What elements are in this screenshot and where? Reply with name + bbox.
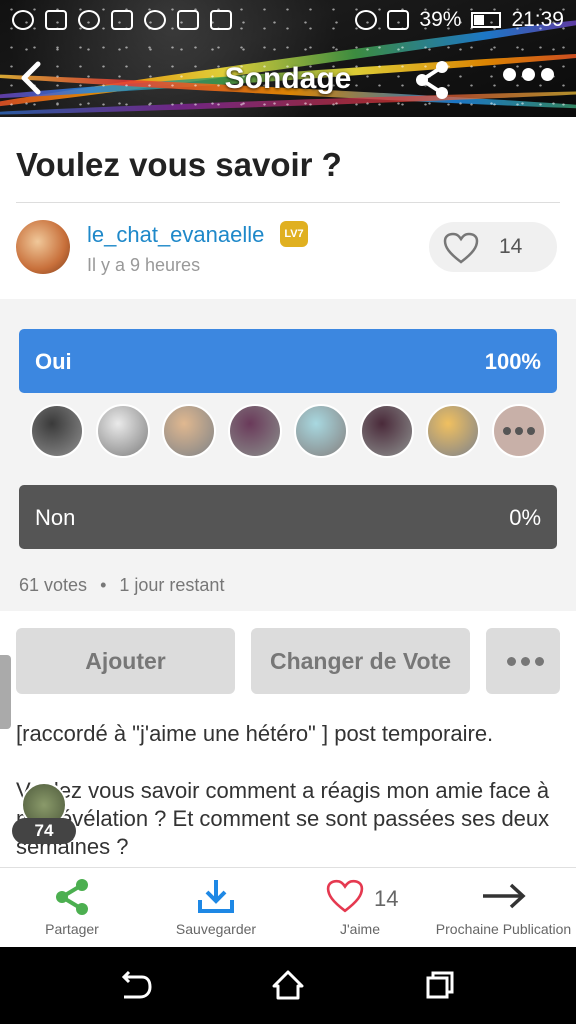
next-label: Prochaine Publication bbox=[435, 921, 572, 937]
post-body-paragraph: Voulez vous savoir comment a réagis mon … bbox=[16, 778, 550, 859]
post-title: Voulez vous savoir ? bbox=[16, 146, 342, 183]
voter-avatar[interactable] bbox=[426, 404, 480, 458]
heart-icon bbox=[326, 879, 364, 913]
poll-option-non[interactable]: Non 0% bbox=[19, 485, 557, 549]
option-label: Non bbox=[35, 505, 76, 530]
home-icon bbox=[272, 970, 304, 1000]
dot-icon bbox=[527, 427, 535, 435]
back-nav-icon bbox=[121, 970, 152, 999]
recents-icon bbox=[426, 971, 454, 999]
next-post-button[interactable]: Prochaine Publication bbox=[431, 868, 576, 948]
save-label: Sauvegarder bbox=[175, 921, 257, 937]
recents-nav-button[interactable] bbox=[424, 969, 456, 1006]
option-label: Oui bbox=[35, 349, 72, 374]
twitter-icon bbox=[78, 10, 100, 30]
dot-icon bbox=[521, 657, 530, 666]
like-label: J'aime bbox=[339, 921, 381, 937]
sim-icon bbox=[111, 10, 133, 30]
option-percent: 100% bbox=[484, 349, 541, 374]
voter-avatar[interactable] bbox=[96, 404, 150, 458]
back-nav-button[interactable] bbox=[116, 969, 152, 1006]
more-button[interactable] bbox=[486, 628, 560, 694]
voter-avatar[interactable] bbox=[30, 404, 84, 458]
voter-avatar[interactable] bbox=[360, 404, 414, 458]
post-body-line: [raccordé à "j'aime une hétéro" ] post t… bbox=[16, 721, 494, 746]
voter-avatar[interactable] bbox=[228, 404, 282, 458]
online-count-badge[interactable]: 74 bbox=[12, 818, 76, 844]
poll-stats: 61 votes • 1 jour restant bbox=[19, 575, 224, 596]
clock: 21:39 bbox=[511, 8, 564, 31]
share-button[interactable] bbox=[414, 60, 450, 105]
arrow-right-icon bbox=[483, 883, 526, 909]
more-options-button[interactable] bbox=[503, 68, 554, 81]
share-label: Partager bbox=[45, 921, 99, 937]
battery-percent: 39% bbox=[419, 8, 462, 31]
divider bbox=[16, 202, 560, 203]
add-button[interactable]: Ajouter bbox=[16, 628, 235, 694]
post-time: Il y a 9 heures bbox=[87, 255, 201, 275]
vote-count: 61 votes bbox=[19, 575, 88, 595]
separator: • bbox=[100, 575, 107, 595]
page-title: Sondage bbox=[224, 62, 352, 95]
signal-icon bbox=[387, 10, 410, 30]
voter-avatar[interactable] bbox=[294, 404, 348, 458]
status-bar: 39% 21:39 bbox=[0, 0, 576, 40]
voter-avatar[interactable] bbox=[162, 404, 216, 458]
dot-icon bbox=[503, 427, 511, 435]
action-bar: Partager Sauvegarder 14 J'aime Prochaine… bbox=[0, 867, 576, 947]
more-voters-button[interactable] bbox=[492, 404, 546, 458]
like-pill-button[interactable]: 14 bbox=[429, 222, 557, 272]
wifi-icon bbox=[355, 10, 378, 30]
header: 39% 21:39 Sondage bbox=[0, 0, 576, 117]
battery-icon bbox=[471, 12, 502, 28]
time-remaining: 1 jour restant bbox=[119, 575, 225, 595]
share-icon bbox=[416, 61, 448, 99]
share-icon bbox=[56, 879, 88, 915]
youtube-icon bbox=[45, 10, 67, 30]
system-nav-bar bbox=[0, 947, 576, 1024]
side-drawer-handle[interactable] bbox=[0, 655, 11, 729]
option-percent: 0% bbox=[509, 505, 541, 530]
app-icon bbox=[177, 10, 199, 30]
like-action-count: 14 bbox=[374, 886, 399, 911]
edit-icon bbox=[210, 10, 232, 30]
home-nav-button[interactable] bbox=[272, 969, 304, 1006]
add-icon bbox=[12, 10, 34, 30]
author-name[interactable]: le_chat_evanaelle bbox=[87, 222, 264, 248]
dot-icon bbox=[522, 68, 535, 81]
like-count: 14 bbox=[499, 235, 523, 258]
change-vote-button[interactable]: Changer de Vote bbox=[251, 628, 470, 694]
like-action-button[interactable]: 14 J'aime bbox=[310, 868, 410, 948]
save-action-button[interactable]: Sauvegarder bbox=[166, 868, 266, 948]
nav-bar: Sondage bbox=[0, 52, 576, 108]
dot-icon bbox=[515, 427, 523, 435]
dot-icon bbox=[535, 657, 544, 666]
heart-icon bbox=[443, 232, 479, 264]
level-badge: LV7 bbox=[280, 221, 308, 247]
author-avatar[interactable] bbox=[16, 220, 70, 274]
cloud-icon bbox=[144, 10, 166, 30]
share-action-button[interactable]: Partager bbox=[20, 868, 124, 948]
poll-option-oui[interactable]: Oui 100% bbox=[19, 329, 557, 393]
dot-icon bbox=[503, 68, 516, 81]
dot-icon bbox=[507, 657, 516, 666]
download-icon bbox=[198, 880, 234, 913]
dot-icon bbox=[541, 68, 554, 81]
